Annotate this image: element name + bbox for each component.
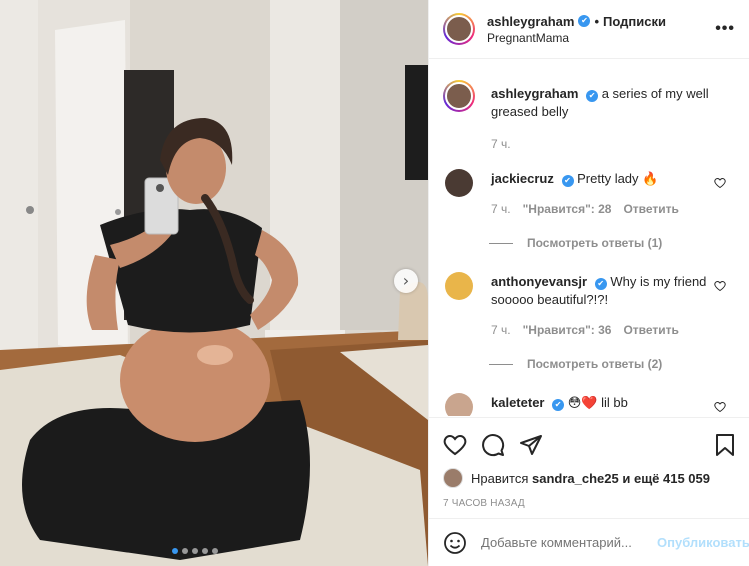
carousel-dot <box>182 548 188 554</box>
like-comment-heart-icon[interactable] <box>714 401 726 416</box>
carousel-dot <box>212 548 218 554</box>
comment-item: kaleteter ✔ 😳❤️ lil bb <box>443 389 736 416</box>
comment-likes[interactable]: "Нравится": 36 <box>523 321 612 339</box>
comment-text: 😳❤️ lil bb <box>567 395 628 410</box>
share-paper-plane-icon[interactable] <box>519 433 543 457</box>
comment-bubble-icon[interactable] <box>481 433 505 457</box>
liker-username[interactable]: sandra_che25 <box>532 471 619 486</box>
post-comment-button[interactable]: Опубликовать <box>657 535 749 550</box>
author-avatar[interactable] <box>443 13 475 45</box>
commenter-username[interactable]: kaleteter <box>491 395 544 410</box>
likes-prefix: Нравится <box>471 470 529 486</box>
add-comment-bar: Опубликовать <box>429 518 749 566</box>
following-button[interactable]: Подписки <box>603 14 666 29</box>
post-location[interactable]: PregnantMama <box>487 31 715 45</box>
replies-line <box>489 363 513 365</box>
comment-time[interactable]: 7 ч. <box>491 200 511 218</box>
liker-avatar[interactable] <box>443 468 463 488</box>
separator-dot: • <box>594 13 599 29</box>
like-comment-heart-icon[interactable] <box>714 280 726 295</box>
post-timestamp[interactable]: 7 ЧАСОВ НАЗАД <box>443 498 736 509</box>
comment-item: jackiecruz ✔ Pretty lady 🔥 7 ч. "Нравитс… <box>443 165 736 218</box>
verified-icon: ✔ <box>594 278 607 290</box>
like-heart-icon[interactable] <box>443 433 467 457</box>
likes-summary: Нравится sandra_che25 и ещё 415 059 <box>443 468 736 488</box>
post-photo[interactable]: › <box>0 0 428 566</box>
comment-likes[interactable]: "Нравится": 28 <box>523 200 612 218</box>
post-header: ashleygraham ✔ • Подписки PregnantMama •… <box>429 0 749 59</box>
commenter-avatar[interactable] <box>445 393 473 416</box>
carousel-indicator <box>172 548 218 554</box>
photo-illustration <box>0 0 428 566</box>
view-replies-label: Посмотреть ответы (2) <box>527 357 663 371</box>
caption-avatar[interactable] <box>443 80 475 112</box>
commenter-username[interactable]: anthonyevansjr <box>491 274 587 289</box>
next-slide-button[interactable]: › <box>394 269 418 293</box>
comment-text: Pretty lady 🔥 <box>577 171 659 186</box>
like-comment-heart-icon[interactable] <box>714 177 726 192</box>
view-replies-button[interactable]: Посмотреть ответы (2) <box>489 357 736 371</box>
carousel-dot <box>202 548 208 554</box>
caption-username[interactable]: ashleygraham <box>491 86 578 101</box>
comment-item: anthonyevansjr ✔ Why is my friend sooooo… <box>443 268 736 339</box>
comment-time[interactable]: 7 ч. <box>491 321 511 339</box>
reply-button[interactable]: Ответить <box>623 321 678 339</box>
view-replies-button[interactable]: Посмотреть ответы (1) <box>489 236 736 250</box>
emoji-smiley-icon[interactable] <box>443 531 467 555</box>
post-side-panel: ashleygraham ✔ • Подписки PregnantMama •… <box>428 0 749 566</box>
caption: ashleygraham ✔ a series of my well greas… <box>443 80 736 153</box>
replies-line <box>489 242 513 244</box>
carousel-dot <box>192 548 198 554</box>
author-username[interactable]: ashleygraham <box>487 14 574 29</box>
verified-icon: ✔ <box>586 90 599 102</box>
comment-input[interactable] <box>481 535 657 550</box>
verified-icon: ✔ <box>561 175 574 187</box>
verified-icon: ✔ <box>578 15 591 27</box>
commenter-avatar[interactable] <box>445 169 473 197</box>
caption-time[interactable]: 7 ч. <box>491 135 511 153</box>
post-dialog: › ashleygraham ✔ • Подписки PregnantMama <box>0 0 749 566</box>
view-replies-label: Посмотреть ответы (1) <box>527 236 663 250</box>
save-bookmark-icon[interactable] <box>714 433 736 457</box>
commenter-username[interactable]: jackiecruz <box>491 171 554 186</box>
chevron-right-icon: › <box>402 271 410 290</box>
more-options-icon[interactable]: ••• <box>715 20 735 38</box>
post-actions: Нравится sandra_che25 и ещё 415 059 7 ЧА… <box>429 417 749 509</box>
likes-count[interactable]: и ещё 415 059 <box>622 471 710 486</box>
reply-button[interactable]: Ответить <box>623 200 678 218</box>
verified-icon: ✔ <box>552 399 565 411</box>
commenter-avatar[interactable] <box>445 272 473 300</box>
carousel-dot <box>172 548 178 554</box>
comments-list[interactable]: ashleygraham ✔ a series of my well greas… <box>429 60 749 416</box>
